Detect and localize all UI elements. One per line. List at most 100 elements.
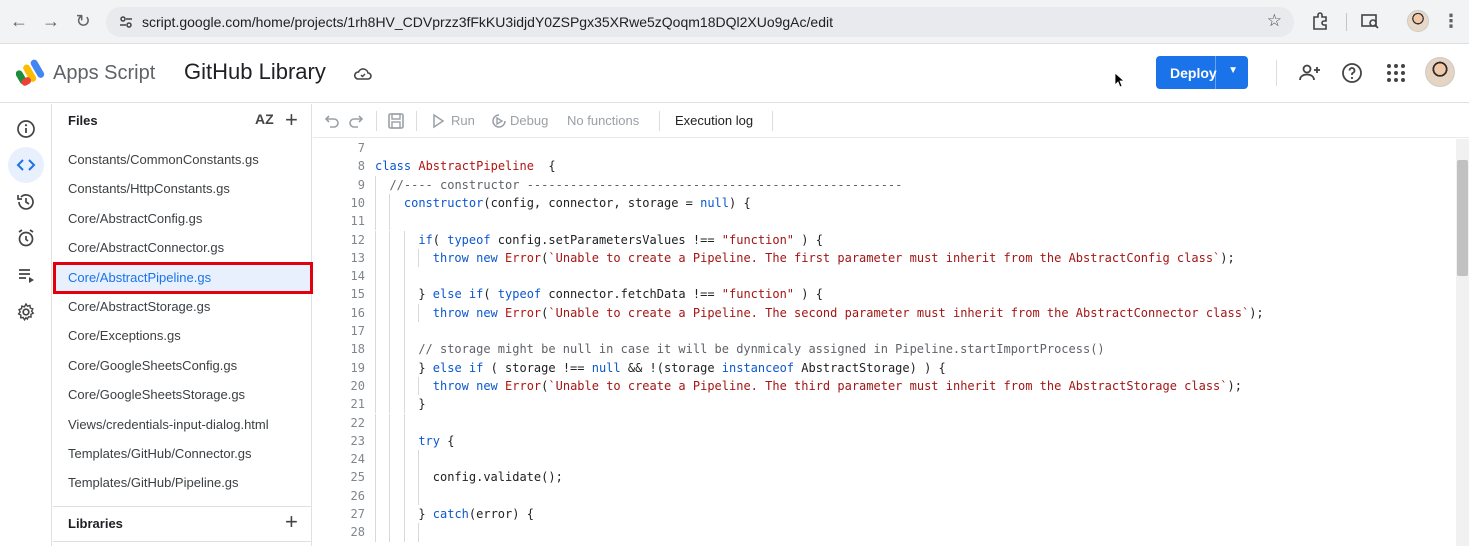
apps-grid-icon[interactable]	[1384, 61, 1408, 85]
indent-guide	[403, 248, 405, 268]
indent-guide	[389, 193, 391, 213]
settings-gear-icon[interactable]	[8, 294, 44, 330]
site-settings-icon[interactable]	[118, 14, 134, 30]
code-text: //---- constructor ---------------------…	[389, 176, 902, 194]
forward-arrow-icon[interactable]: →	[40, 10, 62, 32]
debug-icon[interactable]	[490, 112, 508, 130]
sort-az-icon[interactable]: AZ	[255, 111, 274, 127]
code-line[interactable]: 26	[313, 486, 1456, 505]
execution-log-button[interactable]: Execution log	[675, 113, 753, 128]
tab-search-icon[interactable]	[1360, 11, 1380, 31]
run-button[interactable]: Run	[451, 113, 475, 128]
line-number: 15	[350, 287, 365, 302]
url-text[interactable]: script.google.com/home/projects/1rh8HV_C…	[142, 14, 833, 30]
code-line[interactable]: 9 //---- constructor --------------------…	[313, 175, 1456, 194]
file-item[interactable]: Core/GoogleSheetsStorage.gs	[53, 380, 312, 409]
product-name[interactable]: Apps Script	[53, 62, 155, 85]
code-line[interactable]: 17	[313, 322, 1456, 341]
indent-guide	[389, 340, 391, 359]
redo-icon[interactable]	[347, 112, 365, 130]
line-number: 8	[357, 159, 365, 174]
code-line[interactable]: 21}	[313, 395, 1456, 414]
back-arrow-icon[interactable]: ←	[8, 10, 30, 32]
indent-guide	[403, 322, 405, 341]
function-select[interactable]: No functions	[567, 113, 639, 128]
add-file-plus-icon[interactable]: +	[285, 109, 298, 131]
save-icon[interactable]	[387, 112, 405, 130]
indent-guide	[389, 358, 391, 377]
line-number: 21	[350, 397, 365, 412]
deploy-button[interactable]: Deploy ▼	[1156, 56, 1248, 89]
code-line[interactable]: 28	[313, 523, 1456, 542]
code-line[interactable]: 25 config.validate();	[313, 468, 1456, 487]
code-line[interactable]: 12 if( typeof config.setParametersValues …	[313, 230, 1456, 249]
indent-guide	[418, 486, 420, 505]
project-title[interactable]: GitHub Library	[184, 59, 326, 85]
reload-icon[interactable]: ↻	[72, 10, 94, 32]
browser-profile-avatar[interactable]	[1407, 10, 1429, 32]
indent-guide	[389, 212, 391, 231]
file-item[interactable]: Constants/CommonConstants.gs	[53, 145, 312, 174]
file-item[interactable]: Core/Exceptions.gs	[53, 321, 312, 350]
run-play-icon[interactable]	[431, 113, 445, 129]
file-item[interactable]: Core/AbstractStorage.gs	[53, 292, 312, 321]
code-token: ) {	[729, 195, 751, 210]
code-line[interactable]: 10 constructor(config, connector, storage…	[313, 193, 1456, 213]
debug-button[interactable]: Debug	[510, 113, 548, 128]
code-line[interactable]: 22	[313, 413, 1456, 432]
code-line[interactable]: 18 // storage might be null in case it wi…	[313, 340, 1456, 359]
line-number: 24	[350, 452, 365, 467]
code-line[interactable]: 24	[313, 450, 1456, 469]
bookmark-star-icon[interactable]: ☆	[1267, 11, 1282, 31]
code-token: }	[418, 507, 433, 521]
address-bar[interactable]: script.google.com/home/projects/1rh8HV_C…	[106, 7, 1294, 37]
code-line[interactable]: 8 class AbstractPipeline {	[313, 157, 1456, 175]
file-item[interactable]: Templates/GitHub/Pipeline.gs	[53, 468, 312, 497]
code-line[interactable]: 23 try {	[313, 431, 1456, 451]
code-token: Error	[505, 305, 542, 320]
history-icon[interactable]	[8, 184, 44, 220]
code-token: //---- constructor ---------------------…	[389, 177, 903, 192]
undo-icon[interactable]	[323, 112, 341, 130]
code-token: connector.fetchData !==	[541, 287, 722, 302]
file-item[interactable]: Core/AbstractConfig.gs	[53, 204, 312, 233]
caret-down-icon[interactable]: ▼	[1228, 65, 1238, 76]
file-item[interactable]: Constants/HttpConstants.gs	[53, 174, 312, 203]
code-editor[interactable]: 7 8 class AbstractPipeline {9//---- constr…	[313, 139, 1456, 546]
indent-guide	[375, 303, 376, 322]
code-line[interactable]: 16 throw new Error(`Unable to create a Pi…	[313, 303, 1456, 322]
editor-scrollbar-thumb[interactable]	[1457, 160, 1468, 276]
code-line[interactable]: 7	[313, 139, 1456, 157]
code-line[interactable]: 27} catch(error) {	[313, 505, 1456, 524]
indent-guide	[403, 267, 405, 286]
deploy-split-divider	[1215, 56, 1216, 89]
indent-guide	[375, 322, 376, 341]
file-item[interactable]: Core/AbstractConnector.gs	[53, 233, 312, 262]
file-item[interactable]: Views/credentials-input-dialog.html	[53, 410, 312, 439]
code-line[interactable]: 20 throw new Error(`Unable to create a Pi…	[313, 376, 1456, 396]
code-line[interactable]: 15} else if( typeof connector.fetchData …	[313, 285, 1456, 304]
code-line[interactable]: 14	[313, 267, 1456, 286]
code-token: typeof	[447, 232, 491, 247]
indent-guide	[403, 505, 405, 524]
extensions-icon[interactable]	[1310, 11, 1330, 31]
share-person-add-icon[interactable]	[1298, 61, 1322, 85]
indent-guide	[389, 248, 391, 268]
file-item[interactable]: Templates/GitHub/Connector.gs	[53, 439, 312, 468]
code-line[interactable]: 19} else if ( storage !== null && !(stor…	[313, 358, 1456, 377]
code-line[interactable]: 13 throw new Error(`Unable to create a Pi…	[313, 248, 1456, 268]
overview-info-icon[interactable]	[8, 111, 44, 147]
browser-menu-icon[interactable]: ⋮	[1440, 10, 1462, 32]
add-library-plus-icon[interactable]: +	[285, 511, 298, 533]
code-line[interactable]: 11	[313, 212, 1456, 231]
help-icon[interactable]	[1340, 61, 1364, 85]
triggers-alarm-icon[interactable]	[8, 220, 44, 256]
indent-guide	[389, 395, 391, 414]
executions-list-icon[interactable]	[8, 257, 44, 293]
editor-code-icon[interactable]	[8, 147, 44, 183]
indent-guide	[375, 450, 376, 469]
code-token: "function"	[721, 287, 795, 302]
file-item[interactable]: Core/GoogleSheetsConfig.gs	[53, 351, 312, 380]
apps-script-logo-icon[interactable]	[16, 58, 48, 86]
account-avatar[interactable]	[1425, 57, 1455, 87]
